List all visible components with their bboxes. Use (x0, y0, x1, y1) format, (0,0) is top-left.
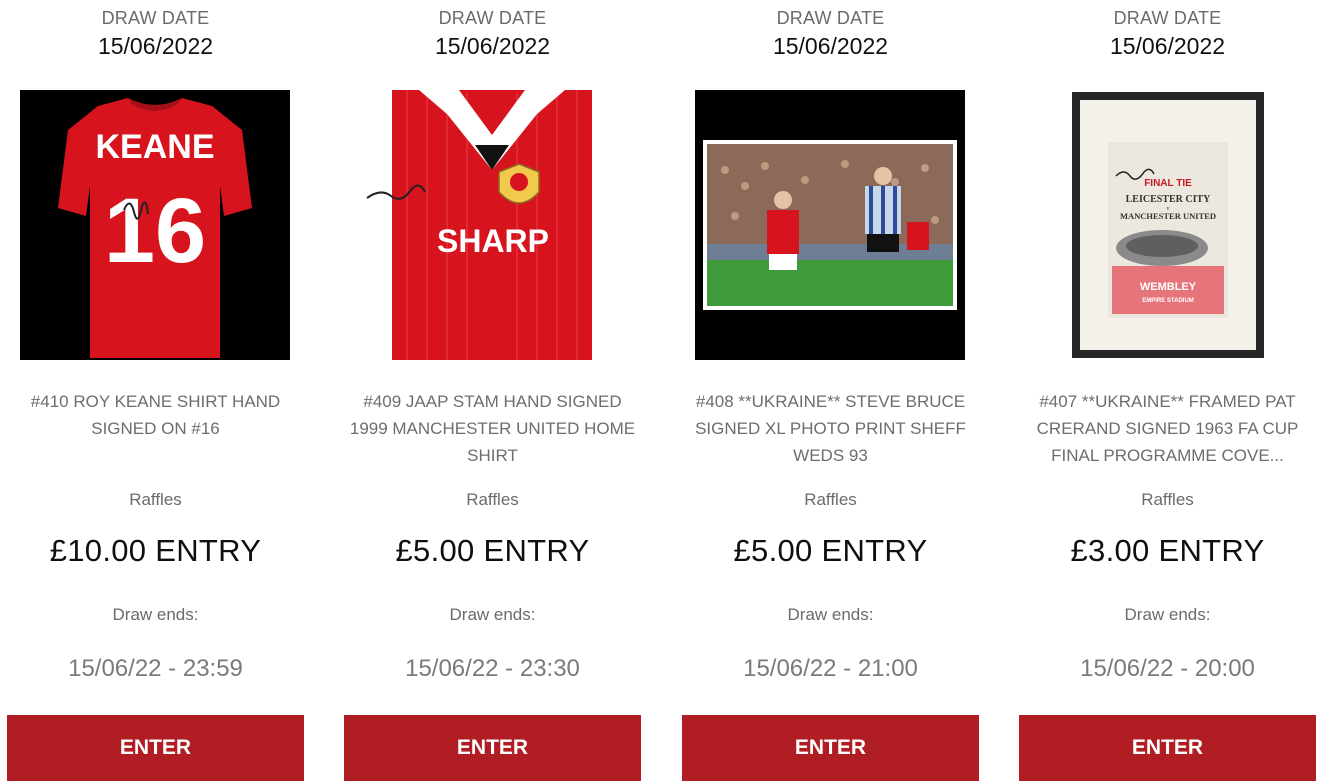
sponsor-text: SHARP (437, 223, 549, 259)
draw-ends-time: 15/06/22 - 20:00 (1080, 655, 1255, 682)
title-line: WEDS 93 (793, 446, 868, 465)
draw-date: 15/06/2022 (434, 33, 551, 59)
product-title[interactable]: #408 **UKRAINE** STEVE BRUCE SIGNED XL P… (686, 388, 975, 469)
entry-price: £10.00 ENTRY (49, 533, 262, 568)
draw-date: 15/06/2022 (772, 33, 889, 59)
entry-price: £5.00 ENTRY (733, 533, 928, 568)
draw-date-label: DRAW DATE (101, 8, 210, 28)
programme-stadium: EMPIRE STADIUM (1142, 298, 1194, 304)
entry-price: £5.00 ENTRY (395, 533, 590, 568)
title-line: 1999 MANCHESTER UNITED HOME (349, 419, 636, 438)
enter-button[interactable]: ENTER (682, 715, 979, 781)
product-title[interactable]: #409 JAAP STAM HAND SIGNED 1999 MANCHEST… (348, 388, 637, 469)
category-label: Raffles (466, 490, 519, 509)
draw-date: 15/06/2022 (1109, 33, 1226, 59)
title-line: SIGNED XL PHOTO PRINT SHEFF (695, 419, 966, 438)
programme-team2: MANCHESTER UNITED (1120, 211, 1216, 221)
draw-date-label: DRAW DATE (776, 8, 885, 28)
raffle-card-409: DRAW DATE 15/06/2022 SHARP #409 JAAP STA… (344, 0, 641, 784)
draw-date-label: DRAW DATE (1113, 8, 1222, 28)
title-line: SIGNED ON #16 (91, 419, 220, 438)
programme-venue: WEMBLEY (1140, 281, 1197, 293)
product-image-keane-shirt[interactable]: KEANE 16 (20, 90, 290, 360)
title-line: #407 **UKRAINE** FRAMED PAT (1039, 392, 1296, 411)
draw-ends-label: Draw ends: (787, 605, 874, 624)
raffle-card-408: DRAW DATE 15/06/2022 #408 **UKRAINE** ST… (682, 0, 979, 784)
product-image-stam-shirt[interactable]: SHARP (357, 90, 627, 360)
draw-ends-time: 15/06/22 - 23:59 (68, 655, 243, 682)
draw-ends-time: 15/06/22 - 23:30 (405, 655, 580, 682)
draw-ends-time: 15/06/22 - 21:00 (743, 655, 918, 682)
programme-team1: LEICESTER CITY (1126, 194, 1212, 205)
product-image-framed-programme[interactable]: FINAL TIE LEICESTER CITY v MANCHESTER UN… (1032, 90, 1302, 360)
draw-ends-label: Draw ends: (1124, 605, 1211, 624)
category-label: Raffles (804, 490, 857, 509)
enter-button[interactable]: ENTER (7, 715, 304, 781)
raffle-card-410: DRAW DATE 15/06/2022 KEANE 16 #410 ROY K… (7, 0, 304, 784)
entry-price: £3.00 ENTRY (1070, 533, 1265, 568)
category-label: Raffles (1141, 490, 1194, 509)
title-line: SHIRT (467, 446, 518, 465)
programme-heading: FINAL TIE (1144, 178, 1192, 189)
draw-date-label: DRAW DATE (438, 8, 547, 28)
draw-ends-label: Draw ends: (112, 605, 199, 624)
shirt-name-text: KEANE (95, 128, 214, 166)
title-line: #409 JAAP STAM HAND SIGNED (363, 392, 622, 411)
enter-button[interactable]: ENTER (1019, 715, 1316, 781)
product-image-bruce-photo[interactable] (695, 90, 965, 360)
title-line: CRERAND SIGNED 1963 FA CUP (1036, 419, 1299, 438)
product-title[interactable]: #410 ROY KEANE SHIRT HAND SIGNED ON #16 (11, 388, 300, 442)
enter-button[interactable]: ENTER (344, 715, 641, 781)
title-line: #410 ROY KEANE SHIRT HAND (30, 392, 281, 411)
draw-ends-label: Draw ends: (449, 605, 536, 624)
product-title[interactable]: #407 **UKRAINE** FRAMED PAT CRERAND SIGN… (1023, 388, 1312, 469)
shirt-number-text: 16 (104, 180, 206, 282)
title-line: FINAL PROGRAMME COVE... (1051, 446, 1284, 465)
title-line: #408 **UKRAINE** STEVE BRUCE (695, 392, 966, 411)
category-label: Raffles (129, 490, 182, 509)
draw-date: 15/06/2022 (97, 33, 214, 59)
raffle-card-407: DRAW DATE 15/06/2022 FINAL TIE LEICESTER… (1019, 0, 1316, 784)
